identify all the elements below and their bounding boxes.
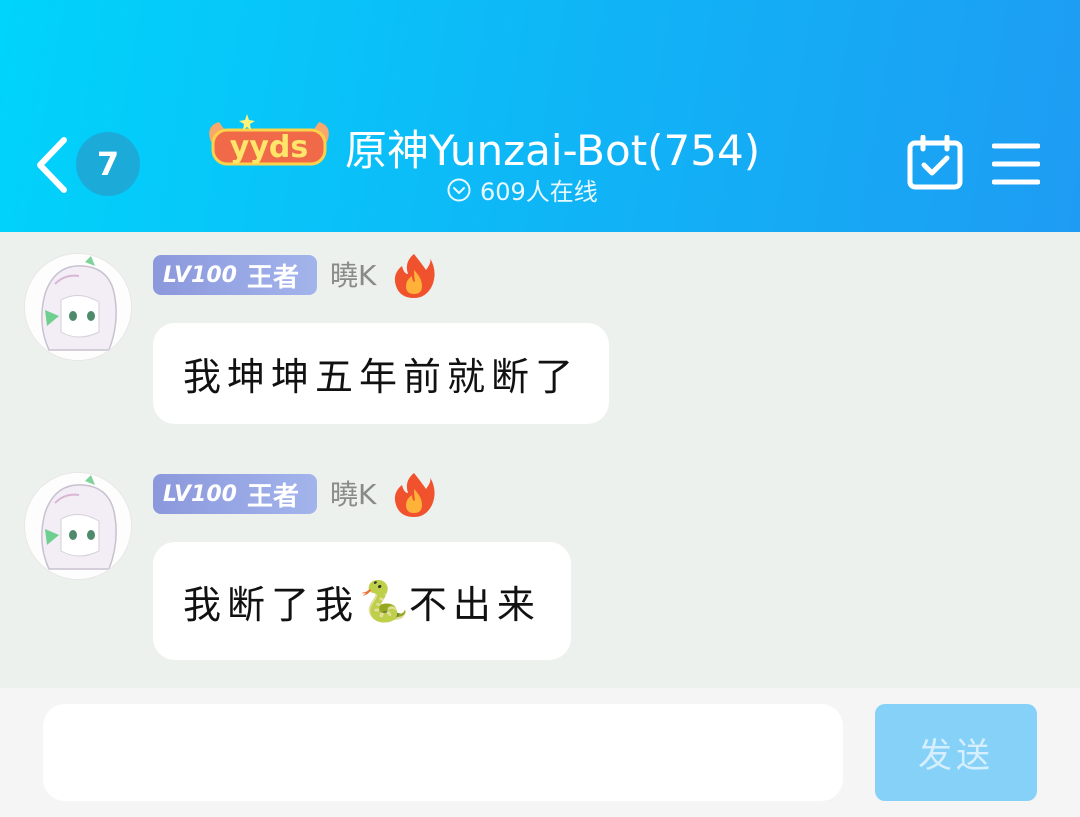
rank-text: 王者 [246,262,299,293]
send-button[interactable]: 发送 [875,704,1037,801]
avatar[interactable] [24,253,132,361]
level-text: LV100 [163,262,237,288]
level-text: LV100 [163,481,237,507]
fire-icon [394,473,435,517]
fire-icon [394,254,435,298]
message-list[interactable]: LV100 王者 曉K 我坤坤五年前就断了 LV100 王者 曉K 我断了我 🐍… [0,232,1080,688]
back-arrow-icon[interactable] [30,134,74,196]
snake-emoji: 🐍 [359,578,409,625]
group-title[interactable]: 原神Yunzai-Bot(754) [345,117,760,178]
avatar[interactable] [24,472,132,580]
chat-header: 7 yyds 原神Yunzai-Bot(754) 609人在线 [0,0,1080,232]
menu-icon[interactable] [992,142,1040,186]
chevron-down-circle-icon [447,178,471,201]
unread-count-badge[interactable]: 7 [76,132,140,196]
sender-nickname[interactable]: 曉K [330,473,376,513]
level-badge: LV100 王者 [153,255,317,295]
avatar-illustration [25,473,131,579]
svg-text:yyds: yyds [230,130,308,165]
message-bubble[interactable]: 我坤坤五年前就断了 [153,323,610,424]
level-badge: LV100 王者 [153,474,317,514]
message-bubble[interactable]: 我断了我 🐍 不出来 [153,542,571,660]
online-status[interactable]: 609人在线 [446,172,598,207]
message-input[interactable] [43,704,843,801]
calendar-check-icon[interactable] [906,135,964,191]
message-text: 不出来 [408,582,541,627]
message-text: 我断了我 [183,582,360,627]
online-count: 609人在线 [480,178,598,206]
input-bar: 发送 [0,688,1080,817]
yyds-logo: yyds [209,114,329,166]
avatar-illustration [25,254,131,360]
sender-nickname[interactable]: 曉K [330,254,376,294]
rank-text: 王者 [246,481,299,512]
